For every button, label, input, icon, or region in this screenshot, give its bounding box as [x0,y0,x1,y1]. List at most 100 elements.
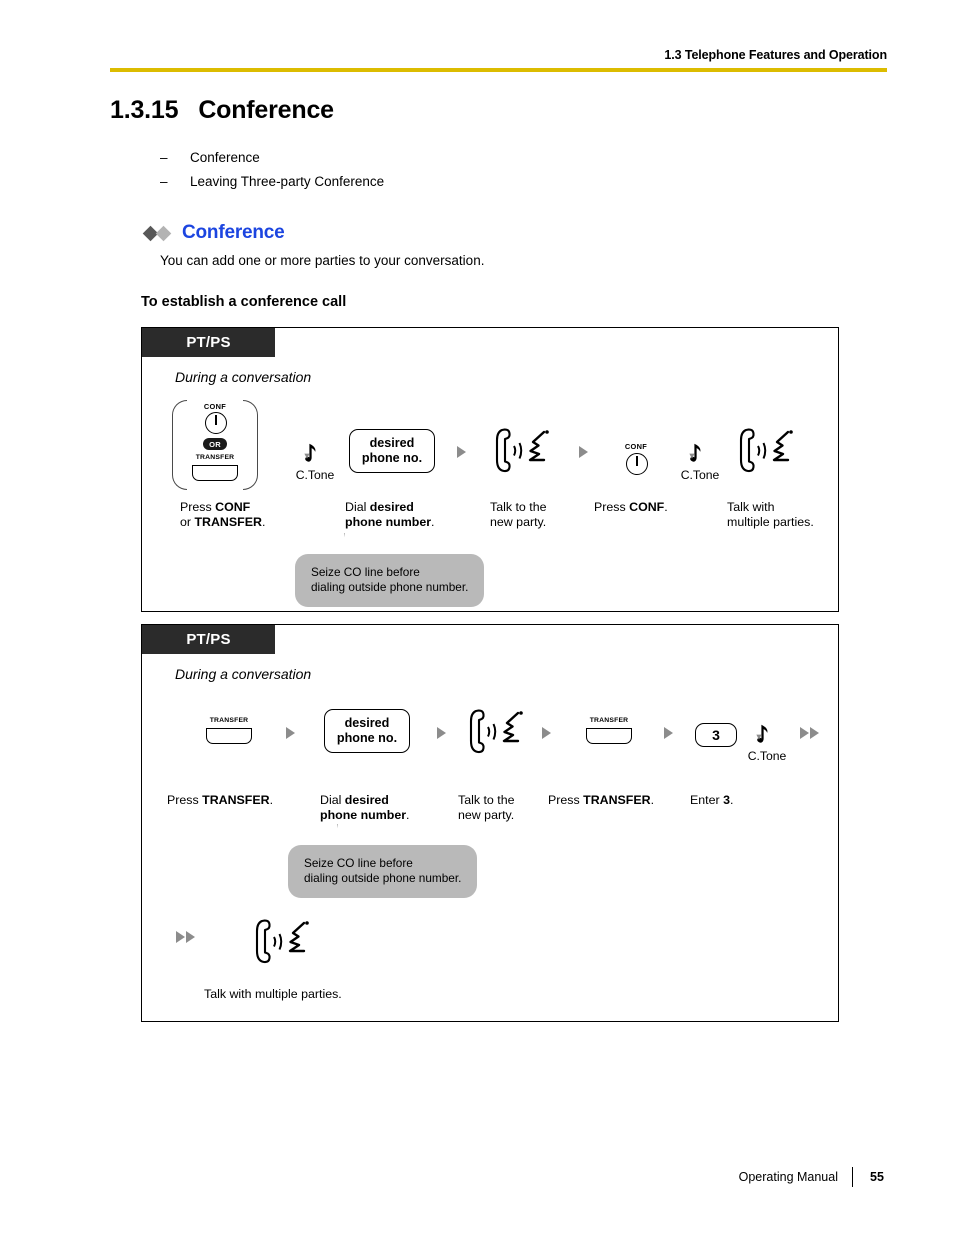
caption-strong: desired [344,793,389,807]
step-icon-dial-box: desired phone no. [320,703,414,753]
arrow-right-double-icon [175,931,195,943]
step-icon-ctone-1: C.Tone [292,424,338,482]
ctone-label: C.Tone [295,468,335,482]
step-icon-phone-keyset: CONF OR TRANSFER [167,396,263,490]
step-icon-arrow-1 [450,440,472,458]
step-caption-press-transfer-1: Press TRANSFER. [167,793,273,808]
caption-post: . [269,793,274,807]
step-caption-enter-3: Enter 3. [690,793,733,808]
caption-pre: Enter [690,793,724,807]
dial-box-line1: desired [344,716,390,730]
confirmation-tone-icon: C.Tone [295,441,335,482]
caption-post: . [261,514,266,529]
arrow-right-icon [285,727,295,739]
talking-handset-icon [739,428,793,473]
callout-bubble: Seize CO line before dialing outside pho… [288,845,478,898]
diamond-light-icon [155,225,172,241]
context-label: During a conversation [175,666,312,682]
transfer-key-icon[interactable]: TRANSFER [199,717,259,749]
transfer-key-icon[interactable]: TRANSFER [579,717,639,749]
conf-key-label: CONF [203,402,227,411]
step-caption-talk-new: Talk to the new party. [490,500,546,529]
callout-tail-icon [319,533,345,559]
step-caption-dial: Dial desired phone number. [345,500,435,529]
step-icon-ctone-2: C.Tone [677,424,723,482]
context-label: During a conversation [175,369,312,385]
topic-label: Conference [190,150,260,165]
transfer-key-label: TRANSFER [209,717,249,724]
topic-label: Leaving Three-party Conference [190,174,385,189]
step-icon-arrow-3 [535,721,557,739]
talking-handset-icon [469,709,523,754]
caption-line1: Talk to the [458,793,515,807]
dash-marker: – [160,174,168,189]
caption-post: . [406,807,410,822]
step-caption-press-conf: Press CONF. [594,500,668,515]
step-caption-talk-multi: Talk with multiple parties. [727,500,814,529]
caption-strong: TRANSFER [202,793,270,807]
bracket-left-icon [172,400,187,490]
ctone-label: C.Tone [680,468,720,482]
caption-line1: Talk with [727,500,775,514]
step-icon-arrow-1 [279,721,301,739]
procedure-box-2: PT/PS During a conversation TRANSFER des… [141,624,839,1022]
caption-strong: CONF [215,500,251,514]
step-icon-conf-key: CONF [608,426,664,478]
arrow-right-icon [175,931,185,943]
caption-pre: Dial [345,500,370,514]
step-icon-talking-2 [734,416,804,478]
step-icon-transfer-key-1: TRANSFER [194,707,264,749]
caption-line2: multiple parties. [727,514,814,529]
dial-box-line2: phone no. [336,731,398,745]
transfer-key-label: TRANSFER [589,717,629,724]
numeric-key-3[interactable]: 3 [695,723,737,747]
caption-post: . [431,514,435,529]
caption-post: . [650,793,655,807]
dial-entry-box[interactable]: desired phone no. [323,709,411,753]
ctone-label: C.Tone [747,749,787,763]
manual-name: Operating Manual [738,1170,838,1184]
talking-handset-icon [495,428,549,473]
transfer-button-shape-icon [206,728,252,744]
caption-pre: Press [180,500,216,514]
caption-pre: Press [548,793,584,807]
callout-line2: dialing outside phone number. [311,580,469,594]
arrow-right-icon [541,727,551,739]
caption-strong: TRANSFER [194,514,262,529]
arrow-right-icon [436,727,446,739]
step-icon-arrow-double-end [793,721,825,739]
page-number: 55 [870,1170,884,1184]
step-icon-talking-1 [490,416,560,478]
step-caption-dial: Dial desired phone number. [320,793,410,822]
step-icon-ctone: C.Tone [744,705,790,763]
arrow-right-icon [809,727,819,739]
music-note-icon [756,724,768,743]
caption-strong: phone number [345,514,432,529]
running-header: 1.3 Telephone Features and Operation [110,46,887,64]
conf-key-icon[interactable]: CONF [613,442,659,478]
caption-line2: new party. [490,514,547,529]
conf-button-icon[interactable] [205,412,227,434]
conf-button-circle-icon [626,453,648,475]
step-icon-arrow-2 [430,721,452,739]
header-rule [110,68,887,72]
dial-box-line1: desired [369,436,415,450]
transfer-button-icon[interactable] [192,465,238,481]
caption-pre: Press [167,793,203,807]
callout-line2: dialing outside phone number. [304,871,462,885]
procedure-box-1: PT/PS During a conversation CONF OR TRAN… [141,327,839,612]
subsection-heading: Conference [142,222,285,244]
caption-post: . [664,500,668,514]
caption-strong: desired [369,500,414,514]
caption-strong: CONF [629,500,665,514]
continuation-arrow-double [169,925,201,943]
step-icon-dial-box-1: desired phone no. [345,423,439,473]
section-number: 1.3.15 [110,96,179,124]
dash-marker: – [160,150,168,165]
subsection-heading-text: Conference [182,222,285,243]
dial-entry-box[interactable]: desired phone no. [348,429,436,473]
caption-pre: or [180,514,195,529]
subsection-description: You can add one or more parties to your … [160,253,485,268]
arrow-right-icon [663,727,673,739]
callout-tail-icon [312,824,338,850]
